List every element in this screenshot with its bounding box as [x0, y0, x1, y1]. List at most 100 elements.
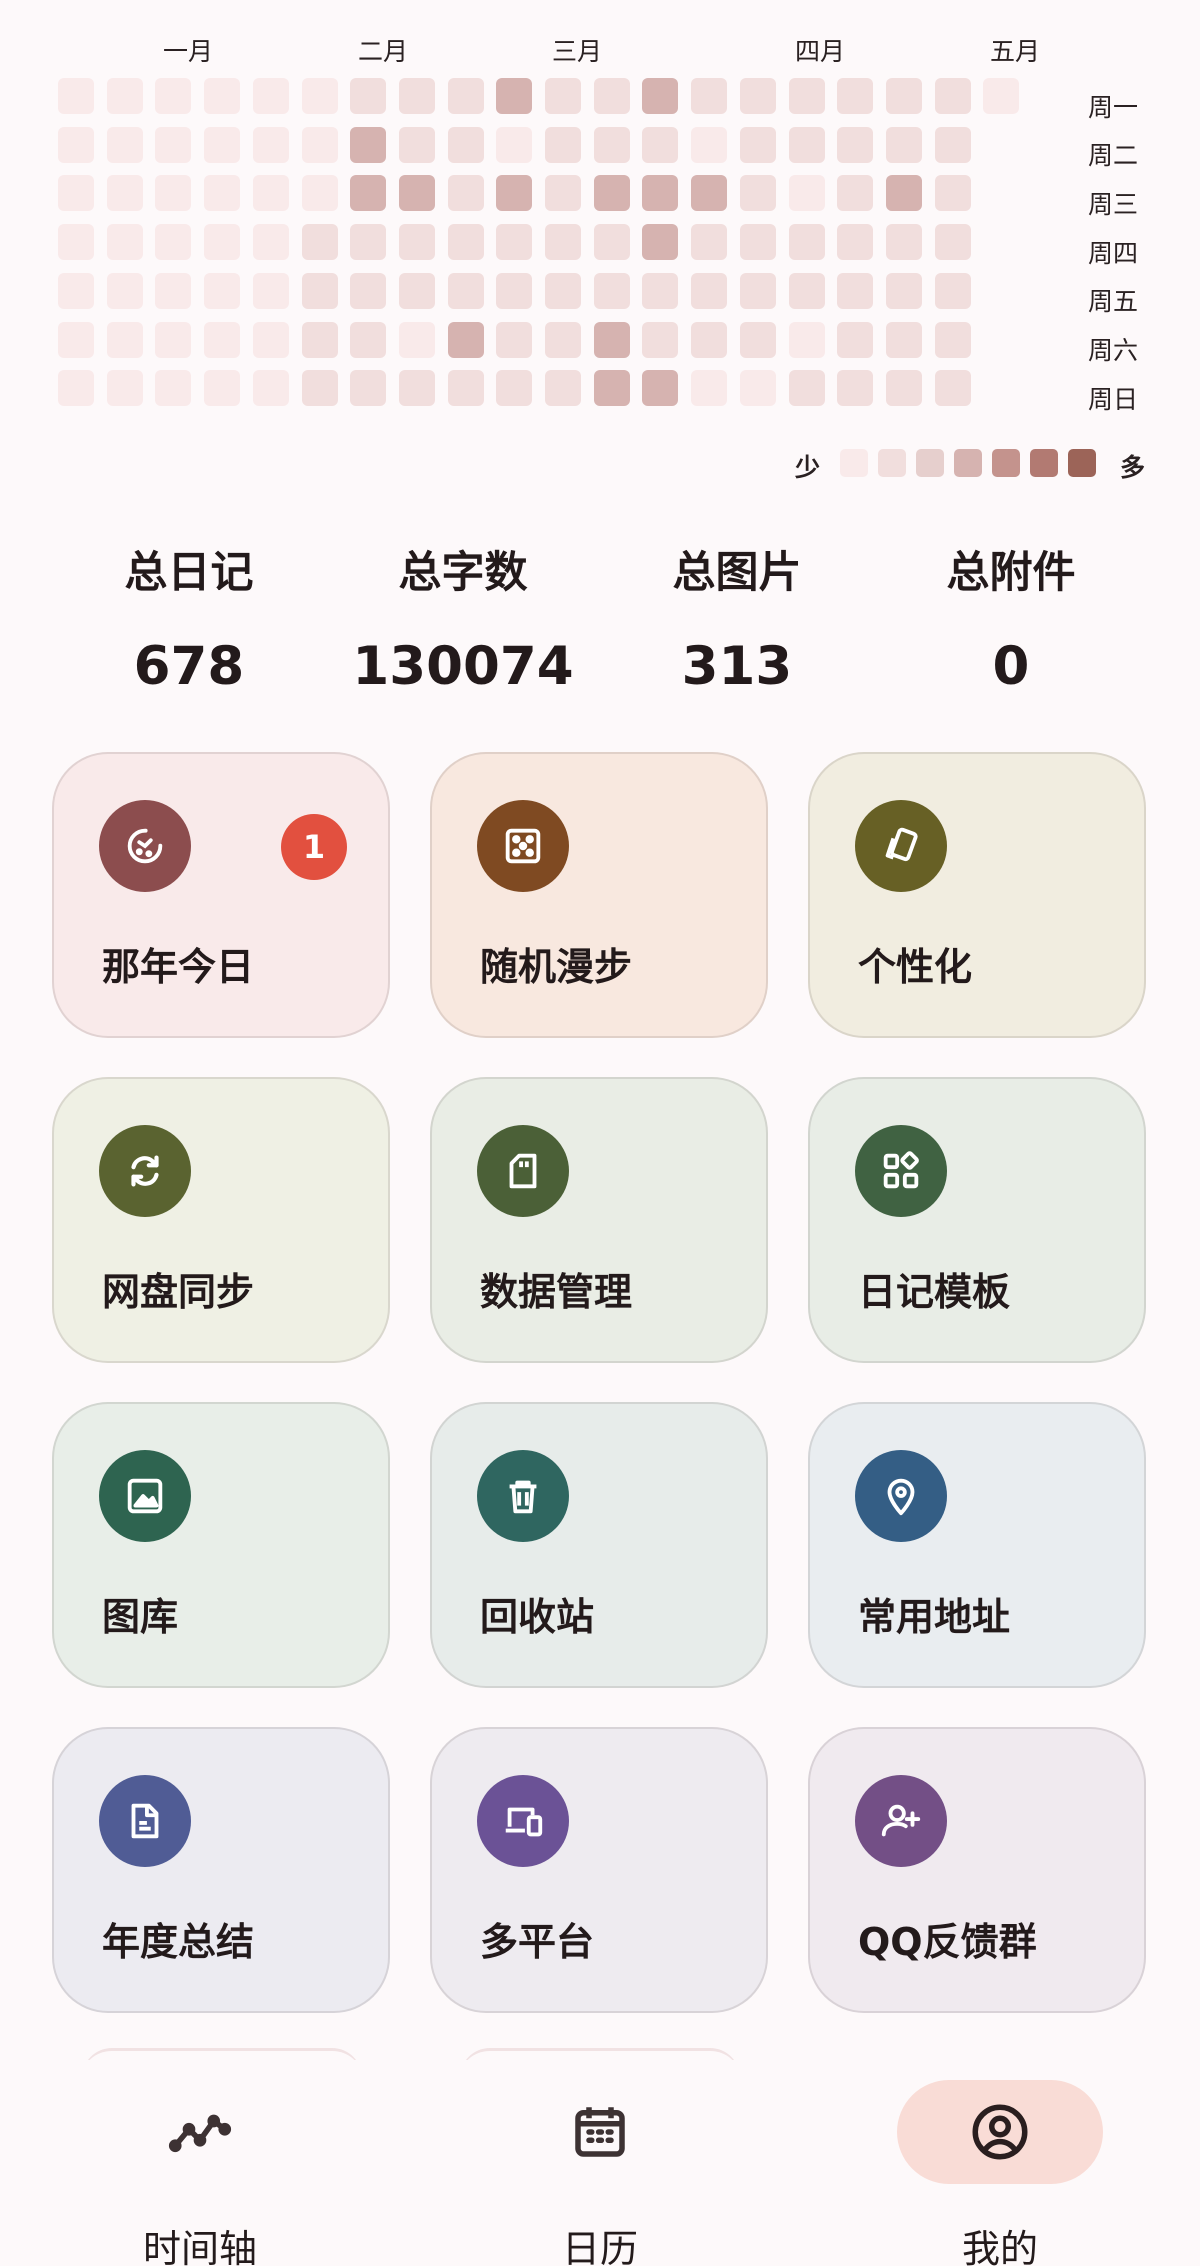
heatmap-cell	[837, 370, 874, 407]
heatmap-cell	[252, 78, 289, 114]
heatmap-cell	[447, 272, 484, 309]
heatmap-cell	[301, 370, 338, 407]
heatmap-cell	[58, 272, 94, 309]
heatmap-cell	[934, 78, 971, 114]
heatmap-cell	[642, 321, 679, 358]
month-labels: 一月 二月 三月 四月 五月	[0, 32, 1200, 72]
heatmap-cell	[106, 126, 143, 163]
heatmap-cell	[642, 370, 679, 407]
weekday-label: 周四	[1088, 239, 1139, 268]
heatmap-cell	[301, 126, 338, 163]
heatmap-cell	[739, 272, 776, 309]
history-icon	[99, 800, 191, 892]
heatmap-cell	[593, 370, 630, 407]
heatmap-cell	[739, 126, 776, 163]
add-user-icon	[855, 1775, 947, 1867]
heatmap-cell	[58, 370, 94, 407]
card-saved-addresses[interactable]: 常用地址	[808, 1402, 1146, 1688]
month-label: 二月	[357, 37, 409, 66]
cards-icon	[855, 800, 947, 892]
heatmap-cell	[204, 126, 241, 163]
heatmap-cell	[58, 175, 94, 212]
heatmap-cell	[739, 321, 776, 358]
heatmap-cell	[788, 272, 825, 309]
heatmap-cell	[885, 175, 922, 212]
legend-high-label: 多	[1120, 453, 1146, 482]
card-label: 图库	[102, 1595, 179, 1639]
heatmap-cell	[58, 78, 94, 114]
heatmap-cell	[398, 272, 435, 309]
stat-label: 总日记	[124, 548, 254, 598]
bottom-navigation: 时间轴 日历 我的	[0, 2060, 1200, 2266]
card-cloud-sync[interactable]: 网盘同步	[52, 1077, 390, 1363]
heatmap-cell	[885, 370, 922, 407]
heatmap-cell	[837, 321, 874, 358]
heatmap-cell	[739, 175, 776, 212]
nav-mine[interactable]: 我的	[850, 2060, 1150, 2266]
heatmap-cell	[934, 272, 971, 309]
card-gallery[interactable]: 图库	[52, 1402, 390, 1688]
card-annual-summary[interactable]: 年度总结	[52, 1727, 390, 2013]
nav-timeline[interactable]: 时间轴	[50, 2060, 350, 2266]
heatmap-cell	[496, 370, 533, 407]
heatmap-cell	[545, 370, 581, 407]
heatmap-cell	[885, 321, 922, 358]
dice-icon	[477, 800, 569, 892]
heatmap-cell	[106, 175, 143, 212]
card-label: 个性化	[858, 945, 973, 989]
weekday-label: 周一	[1088, 93, 1139, 122]
card-label: 多平台	[480, 1920, 595, 1964]
heatmap-cell	[204, 321, 241, 358]
heatmap-cell	[934, 224, 971, 261]
heatmap-cell	[398, 126, 435, 163]
heatmap-cell	[691, 272, 728, 309]
heatmap-cell	[350, 272, 387, 309]
heatmap-cell	[496, 78, 533, 114]
heatmap-cell	[545, 321, 581, 358]
heatmap-cell	[350, 126, 387, 163]
heatmap-cell	[691, 321, 728, 358]
nav-calendar[interactable]: 日历	[450, 2060, 750, 2266]
card-multi-platform[interactable]: 多平台	[430, 1727, 768, 2013]
card-label: 常用地址	[858, 1595, 1011, 1639]
heatmap-cell	[691, 126, 728, 163]
heatmap-cell	[106, 370, 143, 407]
card-personalize[interactable]: 个性化	[808, 752, 1146, 1038]
heatmap-cell	[155, 370, 192, 407]
heatmap-cell	[252, 370, 289, 407]
heatmap-cell	[301, 272, 338, 309]
heatmap-cell	[545, 175, 581, 212]
heatmap-cell	[642, 272, 679, 309]
heatmap-cell	[885, 272, 922, 309]
card-random-walk[interactable]: 随机漫步	[430, 752, 768, 1038]
sd-card-icon	[477, 1125, 569, 1217]
legend-swatch	[878, 449, 906, 477]
heatmap-cell	[204, 370, 241, 407]
heatmap-cell	[983, 78, 1020, 114]
weekday-label: 周五	[1088, 287, 1139, 316]
heatmap-cell	[204, 175, 241, 212]
heatmap-cell	[58, 224, 94, 261]
month-label: 四月	[794, 37, 846, 66]
card-on-this-day[interactable]: 1 那年今日	[52, 752, 390, 1038]
heatmap-cell	[788, 126, 825, 163]
heatmap-cell	[788, 370, 825, 407]
heatmap-cell	[350, 370, 387, 407]
card-qq-feedback-group[interactable]: QQ反馈群	[808, 1727, 1146, 2013]
card-recycle-bin[interactable]: 回收站	[430, 1402, 768, 1688]
legend-low-label: 少	[795, 453, 821, 482]
heatmap-cell	[496, 224, 533, 261]
heatmap-cell	[593, 321, 630, 358]
card-data-management[interactable]: 数据管理	[430, 1077, 768, 1363]
heatmap-cell	[447, 321, 484, 358]
heatmap-cell	[447, 126, 484, 163]
calendar-icon	[497, 2080, 703, 2184]
month-label: 五月	[989, 37, 1041, 66]
card-diary-templates[interactable]: 日记模板	[808, 1077, 1146, 1363]
heatmap-cell	[934, 126, 971, 163]
stat-value: 313	[681, 636, 793, 697]
heatmap-cell	[204, 78, 241, 114]
legend-swatch	[916, 449, 944, 477]
card-label: 数据管理	[480, 1270, 633, 1314]
heatmap-cell	[350, 321, 387, 358]
